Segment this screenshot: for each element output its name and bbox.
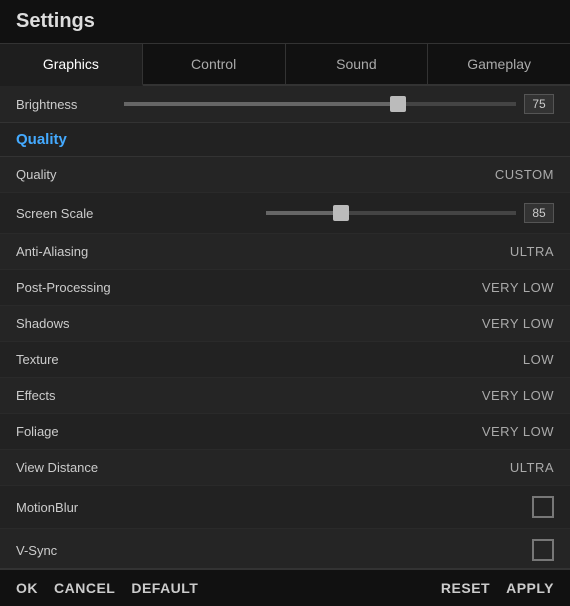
table-row: Anti-Aliasing ULTRA xyxy=(0,234,570,270)
table-row: Post-Processing VERY LOW xyxy=(0,270,570,306)
settings-window: Settings Graphics Control Sound Gameplay… xyxy=(0,0,570,606)
footer-right: RESET APPLY xyxy=(441,580,554,596)
table-row: Screen Scale 85 xyxy=(0,193,570,234)
table-row: Foliage VERY LOW xyxy=(0,414,570,450)
scale-slider[interactable] xyxy=(266,211,516,215)
footer-left: OK CANCEL DEFAULT xyxy=(16,580,198,596)
setting-name-7: Foliage xyxy=(16,424,482,439)
table-row: Effects VERY LOW xyxy=(0,378,570,414)
table-row: Texture LOW xyxy=(0,342,570,378)
settings-content: Brightness 75 Quality Quality CUSTOM Scr… xyxy=(0,86,570,568)
tab-bar: Graphics Control Sound Gameplay xyxy=(0,44,570,86)
setting-value-7[interactable]: VERY LOW xyxy=(482,424,554,439)
setting-name-4: Shadows xyxy=(16,316,482,331)
setting-value-2[interactable]: ULTRA xyxy=(510,244,554,259)
brightness-row: Brightness 75 xyxy=(0,86,570,123)
title-bar: Settings xyxy=(0,0,570,44)
table-row: V-Sync xyxy=(0,529,570,568)
setting-value-5[interactable]: LOW xyxy=(523,352,554,367)
tab-sound[interactable]: Sound xyxy=(286,44,429,84)
footer: OK CANCEL DEFAULT RESET APPLY xyxy=(0,568,570,606)
reset-button[interactable]: RESET xyxy=(441,580,490,596)
setting-name-0: Quality xyxy=(16,167,495,182)
setting-value-1: 85 xyxy=(524,203,554,223)
checkbox-9[interactable] xyxy=(532,496,554,518)
brightness-slider[interactable] xyxy=(124,102,516,106)
setting-value-3[interactable]: VERY LOW xyxy=(482,280,554,295)
table-row: View Distance ULTRA xyxy=(0,450,570,486)
setting-name-10: V-Sync xyxy=(16,543,532,558)
table-row: Quality CUSTOM xyxy=(0,157,570,193)
window-title: Settings xyxy=(16,10,95,32)
quality-section-title: Quality xyxy=(16,131,67,148)
setting-name-5: Texture xyxy=(16,352,523,367)
setting-value-0[interactable]: CUSTOM xyxy=(495,167,554,182)
brightness-label: Brightness xyxy=(16,97,116,112)
setting-name-3: Post-Processing xyxy=(16,280,482,295)
setting-value-4[interactable]: VERY LOW xyxy=(482,316,554,331)
tab-gameplay[interactable]: Gameplay xyxy=(428,44,570,84)
checkbox-10[interactable] xyxy=(532,539,554,561)
table-row: MotionBlur xyxy=(0,486,570,529)
cancel-button[interactable]: CANCEL xyxy=(54,580,115,596)
default-button[interactable]: DEFAULT xyxy=(131,580,198,596)
tab-control[interactable]: Control xyxy=(143,44,286,84)
setting-name-1: Screen Scale xyxy=(16,206,266,221)
setting-name-6: Effects xyxy=(16,388,482,403)
tab-graphics[interactable]: Graphics xyxy=(0,44,143,86)
settings-list: Quality CUSTOM Screen Scale 85 Anti-Alia… xyxy=(0,157,570,568)
quality-section-header: Quality xyxy=(0,123,570,157)
setting-value-8[interactable]: ULTRA xyxy=(510,460,554,475)
apply-button[interactable]: APPLY xyxy=(506,580,554,596)
setting-name-8: View Distance xyxy=(16,460,510,475)
ok-button[interactable]: OK xyxy=(16,580,38,596)
brightness-value: 75 xyxy=(524,94,554,114)
table-row: Shadows VERY LOW xyxy=(0,306,570,342)
setting-value-6[interactable]: VERY LOW xyxy=(482,388,554,403)
setting-name-9: MotionBlur xyxy=(16,500,532,515)
setting-name-2: Anti-Aliasing xyxy=(16,244,510,259)
